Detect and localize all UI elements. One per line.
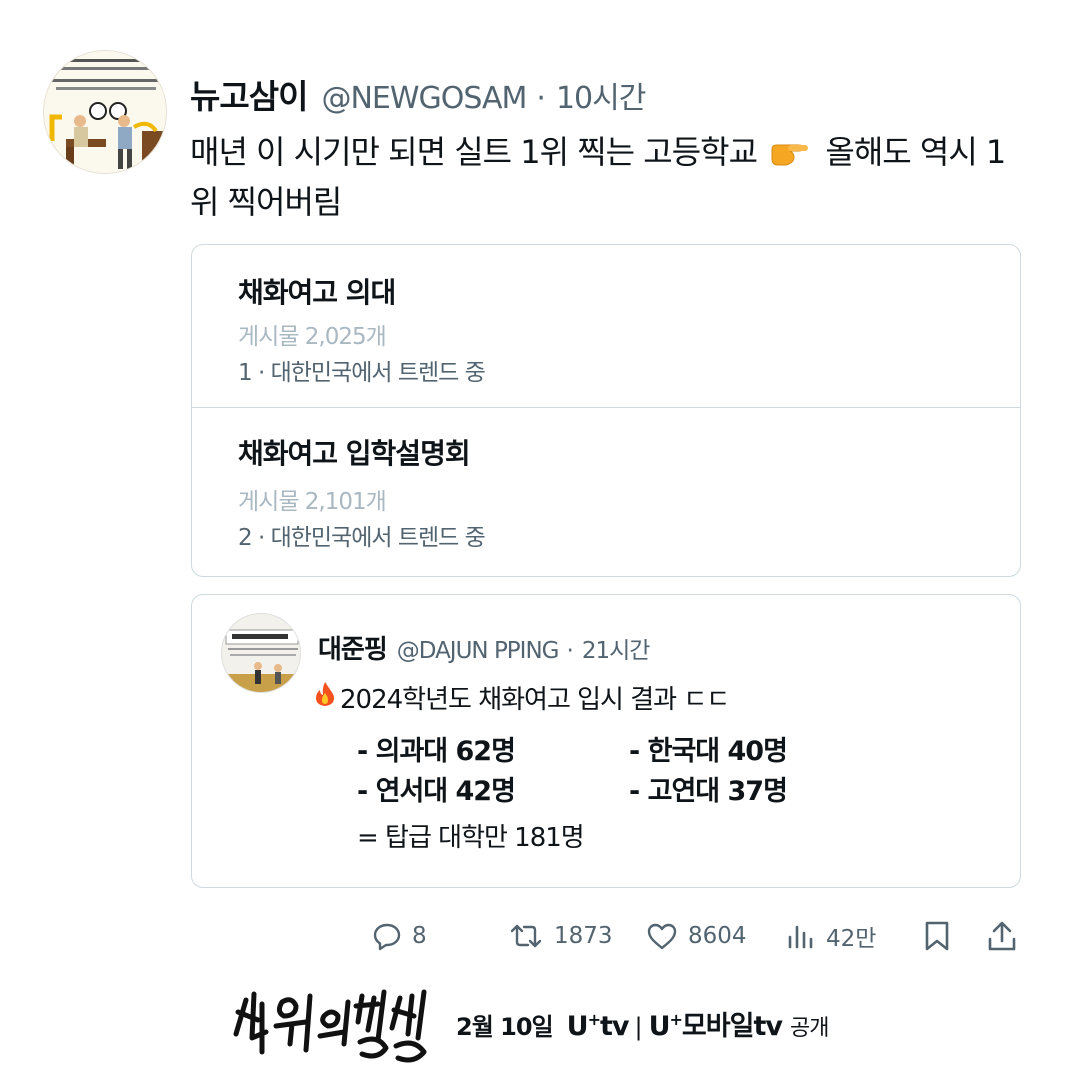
plus-mark: + (587, 1010, 601, 1029)
release-date: 2월 10일 (456, 1013, 554, 1041)
like-button[interactable]: 8604 (646, 914, 747, 958)
trend-item[interactable]: 채화여고 의대 게시물 2,025개 1 · 대한민국에서 트렌드 중 (192, 245, 1020, 408)
like-count: 8604 (688, 923, 747, 949)
trend-post-count: 게시물 2,025개 (238, 324, 387, 350)
user-handle[interactable]: @NEWGOSAM (321, 81, 527, 116)
views-button[interactable]: 42만 (786, 914, 876, 958)
result-item: - 고연대 37명 (629, 776, 788, 807)
bookmark-icon (925, 921, 949, 951)
brand-divider: | (634, 1013, 643, 1041)
bookmark-button[interactable] (922, 914, 952, 958)
uplus-mobile-tv-brand: U+모바일tv (648, 1004, 783, 1043)
tweet-action-bar: 8 1873 8604 42만 (0, 914, 1080, 958)
uplus-tv-brand: U+tv (566, 1010, 630, 1042)
result-item: - 의과대 62명 (357, 736, 516, 767)
plus-mark: + (669, 1010, 683, 1029)
quoted-avatar[interactable] (221, 613, 301, 693)
result-item: - 한국대 40명 (629, 736, 788, 767)
tweet-header: 뉴고삼이 @NEWGOSAM · 10시간 (190, 70, 646, 118)
quoted-display-name[interactable]: 대준핑 (318, 629, 388, 666)
promo-text: 2월 10일 U+tv | U+모바일tv 공개 (456, 1004, 829, 1043)
promo-banner: 2월 10일 U+tv | U+모바일tv 공개 (228, 982, 868, 1066)
display-name[interactable]: 뉴고삼이 (190, 70, 308, 118)
quoted-headline-line: 2024학년도 채화여고 입시 결과 ㄷㄷ (314, 679, 730, 716)
quoted-handle[interactable]: @DAJUN PPING (397, 638, 560, 664)
retweet-icon (510, 924, 542, 948)
trend-rank-meta: 2 · 대한민국에서 트렌드 중 (238, 525, 486, 551)
quoted-separator: · (566, 638, 574, 664)
quoted-timestamp[interactable]: 21시간 (582, 631, 651, 665)
view-count: 42만 (826, 926, 877, 952)
share-icon (988, 921, 1016, 951)
quoted-avatar-illustration-icon (222, 614, 300, 692)
trend-rank-meta: 1 · 대한민국에서 트렌드 중 (238, 360, 486, 386)
result-total: = 탑급 대학만 181명 (357, 823, 585, 853)
header-separator: · (536, 81, 546, 116)
quoted-tweet[interactable]: 대준핑 @DAJUN PPING · 21시간 2024학년도 채화여고 입시 … (191, 594, 1021, 888)
release-label: 공개 (789, 1016, 829, 1041)
show-title-logo (233, 989, 427, 1063)
share-button[interactable] (986, 914, 1018, 958)
views-icon (788, 925, 813, 949)
retweet-count: 1873 (554, 923, 613, 949)
quoted-header: 대준핑 @DAJUN PPING · 21시간 (318, 629, 651, 666)
avatar-illustration-icon (44, 51, 166, 173)
uplus-mobile-brand-suffix: 모바일tv (681, 1011, 783, 1042)
reply-icon (373, 923, 401, 951)
fire-emoji-icon (314, 681, 336, 714)
trends-card: 채화여고 의대 게시물 2,025개 1 · 대한민국에서 트렌드 중 채화여고… (191, 244, 1021, 577)
retweet-button[interactable]: 1873 (508, 914, 613, 958)
reply-button[interactable]: 8 (372, 914, 427, 958)
profile-avatar[interactable] (43, 50, 167, 174)
reply-count: 8 (412, 923, 427, 949)
uplus-mobile-brand-u: U (648, 1011, 671, 1042)
uplus-tv-brand-u: U (566, 1011, 589, 1042)
uplus-tv-brand-suffix: tv (599, 1011, 629, 1042)
result-item: - 연서대 42명 (357, 776, 516, 807)
tweet-text-part1: 매년 이 시기만 되면 실트 1위 찍는 고등학교 (190, 133, 758, 171)
quoted-headline: 2024학년도 채화여고 입시 결과 ㄷㄷ (340, 685, 730, 715)
pointing-right-emoji-icon (768, 136, 812, 180)
trend-post-count: 게시물 2,101개 (238, 489, 387, 515)
trend-item[interactable]: 채화여고 입학설명회 게시물 2,101개 2 · 대한민국에서 트렌드 중 (192, 408, 1020, 576)
trend-title: 채화여고 입학설명회 (238, 437, 471, 470)
tweet-timestamp[interactable]: 10시간 (556, 73, 646, 117)
like-icon (647, 923, 677, 950)
trend-title: 채화여고 의대 (238, 276, 396, 309)
tweet-text: 매년 이 시기만 되면 실트 1위 찍는 고등학교 올해도 역시 1위 찍어버림 (190, 130, 1030, 224)
